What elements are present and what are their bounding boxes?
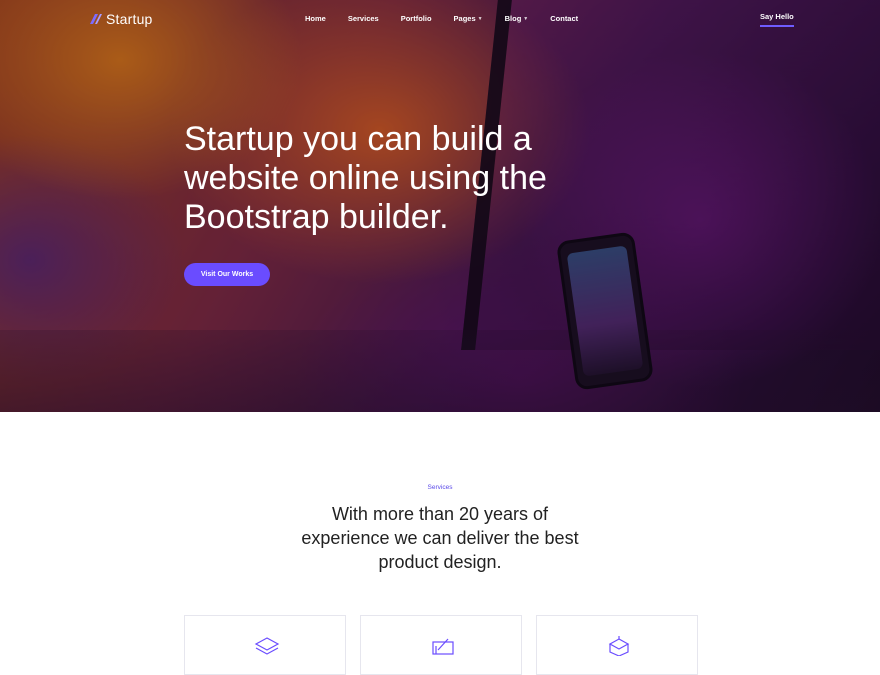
hero-section: Startup Home Services Portfolio Pages ▼ … xyxy=(0,0,880,412)
nav-item-portfolio[interactable]: Portfolio xyxy=(401,14,432,23)
top-navigation: Startup Home Services Portfolio Pages ▼ … xyxy=(0,0,880,40)
services-eyebrow: Services xyxy=(427,484,453,491)
nav-item-contact[interactable]: Contact xyxy=(550,14,578,23)
nav-item-services[interactable]: Services xyxy=(348,14,379,23)
nav-item-label: Services xyxy=(347,14,379,23)
design-tools-icon xyxy=(432,638,454,655)
chevron-down-icon: ▼ xyxy=(477,15,483,22)
nav-item-pages[interactable]: Pages ▼ xyxy=(454,14,483,23)
service-card[interactable] xyxy=(184,615,346,675)
hero-title: Startup you can build a website online u… xyxy=(184,120,547,236)
say-hello-link[interactable]: Say Hello xyxy=(760,12,794,27)
chevron-down-icon: ▼ xyxy=(523,15,529,22)
nav-item-home[interactable]: Home xyxy=(305,14,326,23)
nav-item-label: Portfolio xyxy=(400,14,432,23)
nav-item-label: Contact xyxy=(550,14,579,23)
services-title: With more than 20 years of experience we… xyxy=(301,504,579,572)
box-icon xyxy=(608,636,630,656)
logo-mark-icon xyxy=(90,14,102,24)
service-card[interactable] xyxy=(536,615,698,675)
layers-icon xyxy=(254,637,280,655)
nav-item-label: Blog xyxy=(504,14,522,23)
main-menu: Home Services Portfolio Pages ▼ Blog ▼ C… xyxy=(305,14,600,23)
logo[interactable]: Startup xyxy=(89,11,153,27)
nav-item-blog[interactable]: Blog ▼ xyxy=(505,14,529,23)
visit-our-works-button[interactable]: Visit Our Works xyxy=(184,263,270,286)
nav-item-label: Home xyxy=(305,14,326,23)
nav-item-label: Pages xyxy=(453,14,476,23)
logo-text: Startup xyxy=(106,11,153,27)
service-card[interactable] xyxy=(360,615,522,675)
